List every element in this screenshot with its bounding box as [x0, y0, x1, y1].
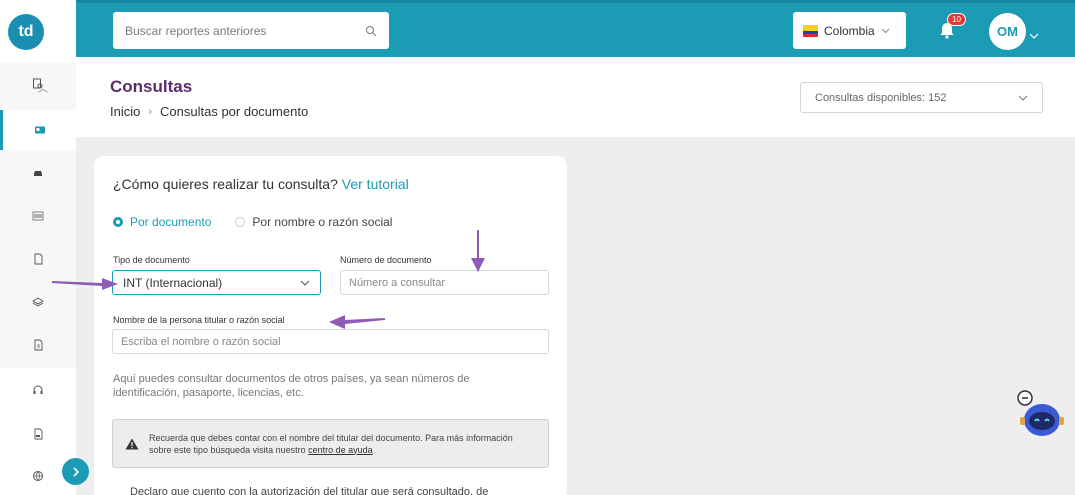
annotation-arrow-icon — [52, 278, 118, 290]
search-mode-radio-group: Por documento Por nombre o razón social — [113, 215, 392, 229]
sidebar-item-barcode[interactable] — [0, 196, 76, 236]
name-placeholder: Escriba el nombre o razón social — [121, 335, 281, 348]
id-card-icon — [34, 126, 45, 134]
breadcrumb: Inicio › Consultas por documento — [110, 104, 308, 119]
layers-icon — [32, 297, 44, 307]
question-text: ¿Cómo quieres realizar tu consulta? — [113, 176, 338, 192]
breadcrumb-current: Consultas por documento — [160, 104, 309, 119]
annotation-arrow-icon — [471, 230, 485, 272]
report-icon — [34, 339, 43, 351]
warning-text-block: Recuerda que debes contar con el nombre … — [149, 432, 536, 456]
notification-badge: 10 — [947, 13, 966, 26]
radio-by-document-label: Por documento — [130, 215, 212, 229]
barcode-icon — [32, 211, 44, 221]
doc-number-placeholder: Número a consultar — [349, 276, 445, 289]
sidebar-item-id-card[interactable] — [0, 110, 76, 150]
chevron-down-icon — [300, 280, 310, 286]
avatar-chevron-down-icon[interactable] — [1029, 26, 1039, 44]
available-queries-dropdown[interactable]: Consultas disponibles: 152 — [800, 82, 1043, 113]
chatbot-icon — [1017, 390, 1064, 436]
colombia-flag-icon — [803, 24, 818, 37]
search-input[interactable]: Buscar reportes anteriores — [113, 12, 389, 49]
search-icon[interactable] — [365, 25, 377, 37]
declaration-text: Declaro que cuento con la autorización d… — [130, 486, 489, 495]
doc-type-select[interactable]: INT (Internacional) — [112, 270, 321, 295]
title-bar: Consultas Inicio › Consultas por documen… — [76, 57, 1075, 137]
radio-by-document[interactable]: Por documento — [113, 215, 211, 229]
sidebar-item-pdf[interactable] — [0, 414, 76, 454]
doc-type-value: INT (Internacional) — [123, 275, 223, 290]
top-bar: Buscar reportes anteriores Colombia 10 O… — [76, 0, 1075, 57]
chevron-up-icon[interactable]: ︿ — [38, 80, 48, 95]
doc-type-label: Tipo de documento — [113, 255, 190, 265]
sidebar-item-vehicle[interactable] — [0, 153, 76, 193]
name-label: Nombre de la persona titular o razón soc… — [113, 315, 285, 325]
breadcrumb-home[interactable]: Inicio — [110, 104, 140, 119]
sidebar-item-file[interactable] — [0, 239, 76, 279]
globe-icon — [33, 471, 43, 481]
country-selector[interactable]: Colombia — [793, 12, 906, 49]
avatar[interactable]: OM — [989, 13, 1026, 50]
tutorial-link[interactable]: Ver tutorial — [342, 176, 409, 192]
radio-by-name[interactable]: Por nombre o razón social — [235, 215, 392, 229]
available-queries-label: Consultas disponibles: 152 — [815, 91, 947, 104]
sidebar-expand-button[interactable] — [62, 458, 89, 485]
pdf-icon — [34, 428, 43, 440]
annotation-arrow-icon — [329, 315, 385, 329]
help-center-link[interactable]: centro de ayuda — [308, 445, 373, 455]
page-title: Consultas — [110, 77, 193, 96]
chevron-down-icon — [1018, 95, 1028, 101]
sidebar-item-support[interactable] — [0, 370, 76, 410]
chevron-right-icon — [72, 466, 79, 477]
logo-icon[interactable]: td — [8, 14, 44, 50]
chatbot-button[interactable] — [1014, 390, 1066, 442]
file-icon — [34, 253, 43, 265]
doc-number-input[interactable]: Número a consultar — [340, 270, 549, 295]
sidebar: td ︿ — [0, 0, 76, 495]
form-question: ¿Cómo quieres realizar tu consulta? Ver … — [113, 176, 409, 192]
car-icon — [34, 171, 42, 176]
radio-selected-icon — [113, 217, 123, 227]
help-text: Aquí puedes consultar documentos de otro… — [113, 373, 470, 399]
search-placeholder: Buscar reportes anteriores — [125, 23, 267, 38]
name-input[interactable]: Escriba el nombre o razón social — [112, 329, 549, 354]
chevron-down-icon — [881, 28, 890, 33]
doc-number-label: Número de documento — [340, 255, 432, 265]
headset-icon — [33, 385, 43, 394]
warning-icon — [125, 438, 139, 449]
warning-notice: Recuerda que debes contar con el nombre … — [112, 419, 549, 468]
breadcrumb-separator-icon: › — [148, 105, 153, 118]
radio-unselected-icon — [235, 217, 246, 227]
radio-by-name-label: Por nombre o razón social — [252, 215, 393, 229]
sidebar-item-report[interactable] — [0, 325, 76, 365]
country-label: Colombia — [824, 23, 875, 38]
